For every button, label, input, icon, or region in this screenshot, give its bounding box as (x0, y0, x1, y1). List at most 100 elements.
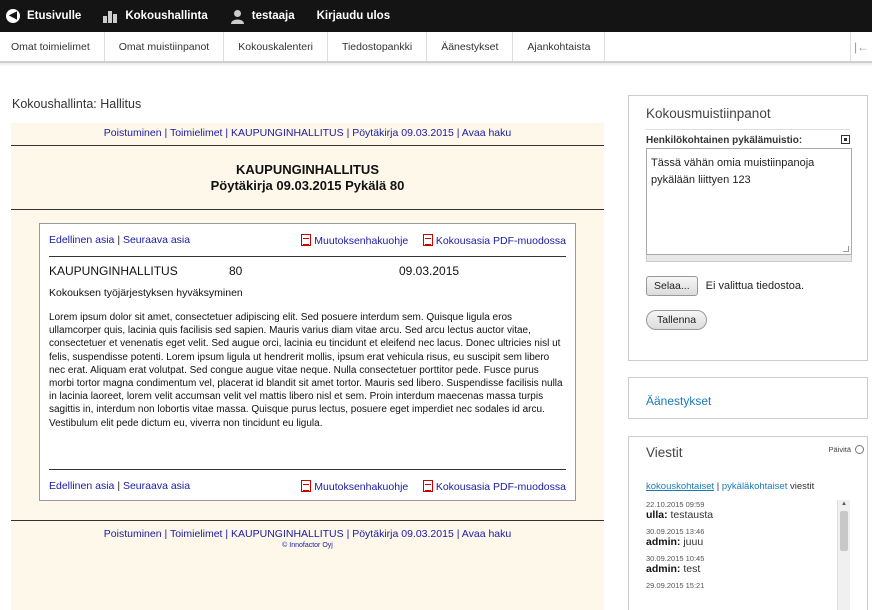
agenda-item-bottom: Edellinen asia | Seuraava asia Muutoksen… (49, 469, 566, 502)
breadcrumb-board[interactable]: KAUPUNGINHALLITUS (231, 127, 344, 139)
pdf-icon (422, 233, 433, 246)
appeal-instructions-link[interactable]: Muutoksenhakuohje (314, 481, 408, 493)
breadcrumb-search[interactable]: Avaa haku (462, 528, 511, 540)
breadcrumb-minutes[interactable]: Pöytäkirja 09.03.2015 (352, 127, 454, 139)
bar-chart-icon (103, 9, 118, 23)
agenda-item-meta: KAUPUNGINHALLITUS 80 09.03.2015 (49, 257, 566, 285)
notes-text: Tässä vähän omia muistiinpanoja pykälään… (651, 157, 815, 186)
filter-meeting-messages[interactable]: kokouskohtaiset (646, 481, 714, 492)
breadcrumb-search[interactable]: Avaa haku (462, 127, 511, 139)
no-file-label: Ei valittua tiedostoa. (705, 280, 805, 292)
message-author: ulla: (646, 509, 668, 521)
breadcrumb-bodies[interactable]: Toimielimet (170, 127, 223, 139)
document-title-line1: KAUPUNGINHALLITUS (236, 162, 379, 177)
filter-section-messages[interactable]: pykäläkohtaiset (722, 481, 787, 492)
user-link[interactable]: testaaja (230, 0, 295, 32)
message-time: 22.10.2015 09:59 (646, 500, 705, 509)
messages-title: Viestit (646, 445, 683, 460)
document-title-line2: Pöytäkirja 09.03.2015 Pykälä 80 (210, 178, 405, 193)
scroll-thumb[interactable] (840, 511, 848, 551)
section-number: 80 (229, 264, 243, 278)
pdf-icon (301, 479, 312, 492)
pdf-download-link[interactable]: Kokousasia PDF-muodossa (436, 481, 566, 493)
refresh-button[interactable]: Päivitä (828, 445, 864, 454)
top-bar: ◀ Etusivulle Kokoushallinta testaaja Kir… (0, 0, 872, 32)
messages-header: Viestit Päivitä (646, 445, 864, 481)
message-time: 30.09.2015 13:46 (646, 527, 705, 536)
breadcrumb-minutes[interactable]: Pöytäkirja 09.03.2015 (352, 528, 454, 540)
votes-link[interactable]: Äänestykset (646, 394, 711, 408)
prev-item-link[interactable]: Edellinen asia (49, 480, 114, 492)
breadcrumb-bodies[interactable]: Toimielimet (170, 528, 223, 540)
copyright: © Innofactor Oyj (282, 542, 333, 549)
next-item-link[interactable]: Seuraava asia (123, 234, 190, 246)
message-filter: kokouskohtaiset | pykäläkohtaiset viesti… (646, 481, 815, 492)
home-label: Etusivulle (27, 10, 82, 22)
message-time: 30.09.2015 10:45 (646, 554, 705, 563)
resize-grip-icon[interactable] (843, 246, 849, 252)
agenda-item-top-links: Edellinen asia | Seuraava asia Muutoksen… (49, 233, 566, 247)
footer-breadcrumb: Poistuminen | Toimielimet | KAUPUNGINHAL… (11, 528, 604, 549)
document-panel: Poistuminen | Toimielimet | KAUPUNGINHAL… (11, 123, 604, 610)
next-item-link[interactable]: Seuraava asia (123, 480, 190, 492)
logout-link[interactable]: Kirjaudu ulos (317, 0, 390, 32)
browse-button[interactable]: Selaa... (646, 276, 698, 296)
divider (11, 209, 604, 210)
pdf-download-link[interactable]: Kokousasia PDF-muodossa (436, 235, 566, 247)
logout-label: Kirjaudu ulos (316, 10, 391, 22)
breadcrumb-exit[interactable]: Poistuminen (104, 127, 162, 139)
file-upload-row: Selaa... Ei valittua tiedostoa. (646, 276, 850, 296)
divider (11, 520, 604, 521)
meeting-date: 09.03.2015 (399, 264, 460, 278)
page-title: Kokoushallinta: Hallitus (12, 97, 142, 111)
agenda-item-body: Lorem ipsum dolor sit amet, consectetuer… (49, 312, 563, 429)
user-label: testaaja (251, 10, 295, 22)
main-nav: Omat toimielimet Omat muistiinpanot Koko… (0, 32, 872, 63)
agenda-item-subject: Kokouksen työjärjestyksen hyväksyminen (49, 287, 243, 299)
prev-item-link[interactable]: Edellinen asia (49, 234, 114, 246)
nav-news[interactable]: Ajankohtaista (513, 32, 606, 61)
notes-textarea[interactable]: Tässä vähän omia muistiinpanoja pykälään… (646, 148, 852, 255)
document-title: KAUPUNGINHALLITUS Pöytäkirja 09.03.2015 … (11, 146, 604, 209)
breadcrumb-exit[interactable]: Poistuminen (104, 528, 162, 540)
messages-box: Viestit Päivitä kokouskohtaiset | pykälä… (628, 436, 868, 610)
list-item: 22.10.2015 09:59 ulla: testausta (646, 500, 850, 521)
appeal-instructions-link[interactable]: Muutoksenhakuohje (314, 235, 408, 247)
message-author: admin: (646, 563, 681, 575)
meetings-link[interactable]: Kokoushallinta (103, 0, 208, 32)
nav-meeting-calendar[interactable]: Kokouskalenteri (224, 32, 328, 61)
agenda-item-card: Edellinen asia | Seuraava asia Muutoksen… (39, 223, 576, 501)
pdf-icon (301, 233, 312, 246)
expand-icon[interactable] (841, 135, 850, 144)
meetings-label: Kokoushallinta (125, 10, 208, 22)
nav-votes[interactable]: Äänestykset (427, 32, 514, 61)
nav-own-notes[interactable]: Omat muistiinpanot (105, 32, 225, 61)
message-list: 22.10.2015 09:59 ulla: testausta 30.09.2… (646, 500, 850, 610)
collapse-nav-icon[interactable]: |← (850, 32, 872, 61)
message-text: juuu (683, 536, 704, 548)
scroll-up-icon[interactable]: ▲ (838, 500, 850, 509)
notes-textarea-footer (646, 255, 852, 262)
pdf-icon (422, 479, 433, 492)
breadcrumb: Poistuminen | Toimielimet | KAUPUNGINHAL… (103, 127, 512, 139)
notes-label-row: Henkilökohtainen pykälämuistio: (646, 135, 850, 146)
meeting-notes-box: Kokousmuistiinpanot Henkilökohtainen pyk… (628, 95, 868, 361)
nav-own-bodies[interactable]: Omat toimielimet (0, 32, 105, 61)
breadcrumb-board[interactable]: KAUPUNGINHALLITUS (231, 528, 344, 540)
user-icon (230, 9, 245, 24)
list-item: 30.09.2015 10:45 admin: test (646, 554, 850, 575)
refresh-label: Päivitä (828, 445, 851, 454)
votes-box: Äänestykset (628, 377, 868, 419)
notes-label: Henkilökohtainen pykälämuistio: (646, 135, 803, 146)
list-item: 29.09.2015 15:21 (646, 581, 850, 590)
refresh-icon (855, 445, 864, 454)
home-link[interactable]: ◀ Etusivulle (6, 0, 81, 32)
message-author: admin: (646, 536, 681, 548)
notes-box-title: Kokousmuistiinpanot (646, 106, 850, 130)
body-name: KAUPUNGINHALLITUS (49, 264, 178, 278)
nav-file-bank[interactable]: Tiedostopankki (328, 32, 428, 61)
message-scrollbar[interactable]: ▲ (837, 500, 850, 610)
save-button[interactable]: Tallenna (646, 310, 708, 330)
back-arrow-icon: ◀ (6, 9, 20, 23)
message-time: 29.09.2015 15:21 (646, 581, 705, 590)
